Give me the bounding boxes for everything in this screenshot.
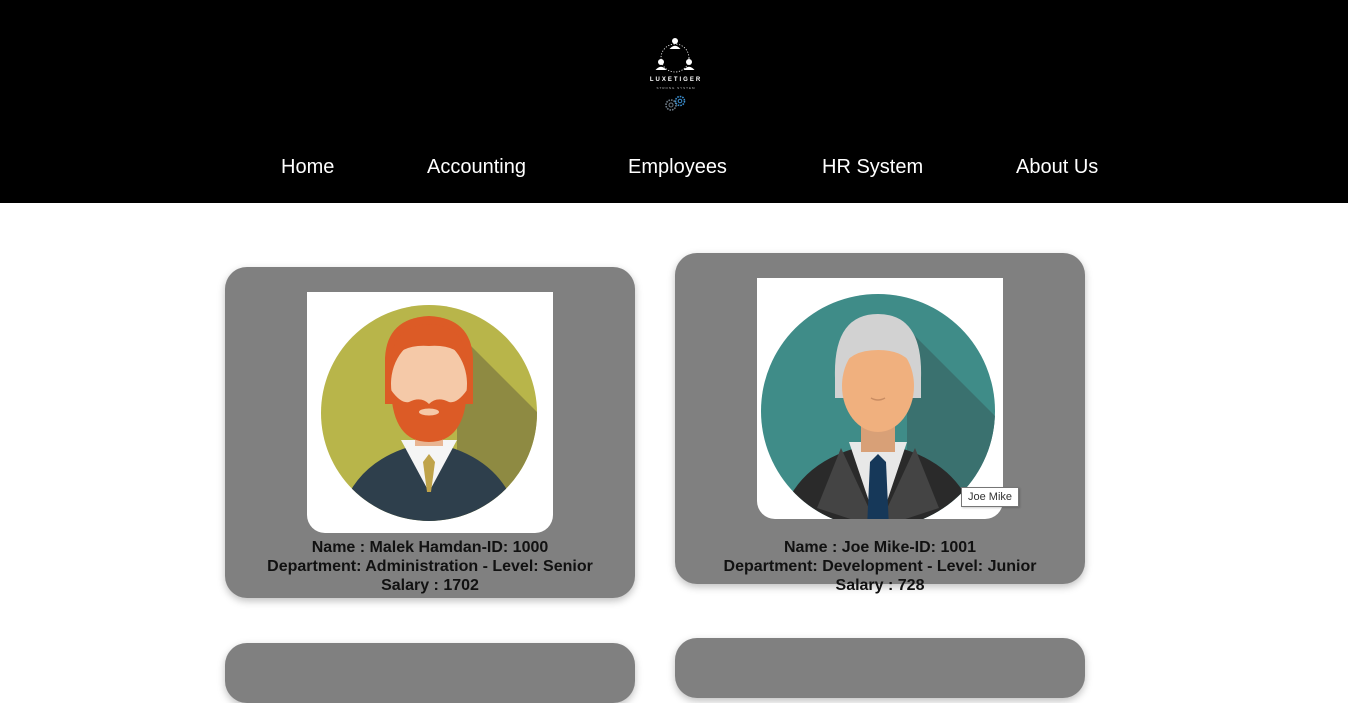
employee-name-id: Name : Joe Mike-ID: 1001 — [783, 539, 977, 556]
employee-department-level: Department: Administration - Level: Seni… — [267, 558, 593, 575]
image-tooltip: Joe Mike — [961, 487, 1020, 507]
nav-accounting[interactable]: Accounting — [427, 156, 526, 179]
employee-salary: Salary : 1702 — [381, 577, 479, 594]
employee-card[interactable] — [225, 643, 635, 703]
people-network-icon — [655, 38, 695, 111]
employee-card[interactable] — [675, 638, 1085, 698]
brand-logo[interactable]: LUXETIGER STRONG SYSTEM — [644, 34, 708, 114]
gears-icon — [665, 95, 686, 111]
employee-department-level: Department: Development - Level: Junior — [723, 558, 1037, 575]
employee-info: Name : Joe Mike-ID: 1001 Department: Dev… — [675, 538, 1085, 595]
site-header: LUXETIGER STRONG SYSTEM Home Accounting … — [0, 0, 1348, 203]
employee-photo — [307, 292, 553, 533]
brand-name: LUXETIGER — [649, 77, 703, 83]
grey-haired-man-avatar-icon — [761, 294, 995, 519]
nav-home[interactable]: Home — [281, 156, 334, 179]
brand-tagline: STRONG SYSTEM — [656, 86, 696, 90]
nav-about-us[interactable]: About Us — [1016, 156, 1098, 179]
employee-info: Name : Malek Hamdan-ID: 1000 Department:… — [225, 538, 635, 595]
employee-card[interactable]: Name : Joe Mike-ID: 1001 Department: Dev… — [675, 253, 1085, 594]
nav-employees[interactable]: Employees — [628, 156, 727, 179]
nav-hr-system[interactable]: HR System — [822, 156, 923, 179]
employee-salary: Salary : 728 — [835, 577, 925, 594]
employee-photo — [757, 278, 1003, 519]
employee-name-id: Name : Malek Hamdan-ID: 1000 — [311, 539, 549, 556]
bearded-man-avatar-icon — [321, 305, 537, 521]
employee-card[interactable]: Name : Malek Hamdan-ID: 1000 Department:… — [225, 267, 635, 598]
